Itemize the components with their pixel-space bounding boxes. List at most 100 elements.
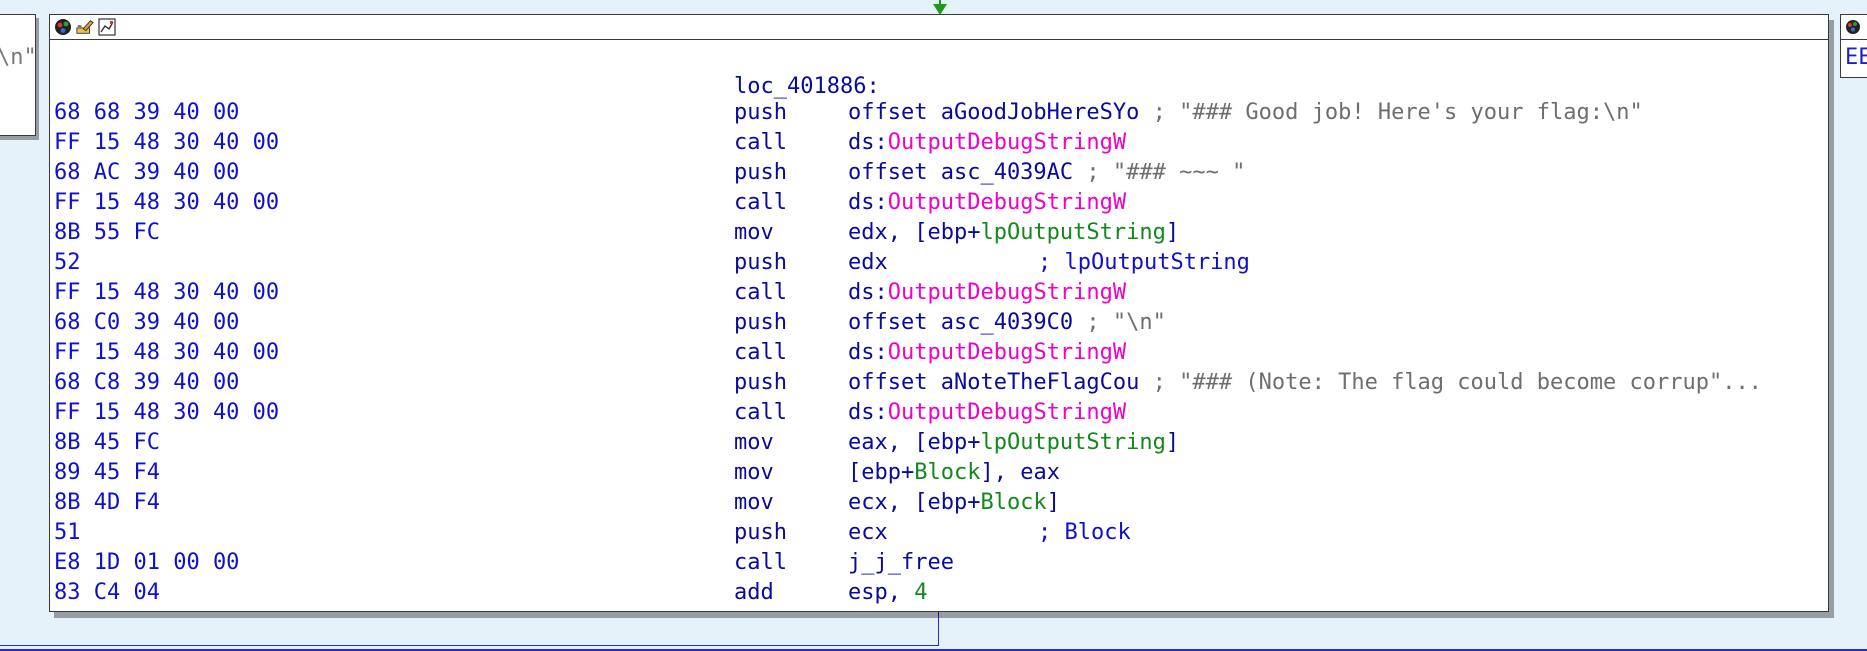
outgoing-edge-horizontal [0,645,939,646]
opcode-bytes: 89 45 F4 [54,460,160,485]
operands: ds:OutputDebugStringW [848,130,1126,155]
asm-row[interactable]: 8B 55 FC mov edx, [ebp+lpOutputString] [50,220,1828,250]
operands: offset asc_4039C0 ; "\n" [848,310,1166,335]
mnemonic: mov [734,430,774,455]
right-node-text: EE [1845,45,1867,70]
asm-row[interactable]: 68 C8 39 40 00 push offset aNoteTheFlagC… [50,370,1828,400]
asm-row[interactable]: FF 15 48 30 40 00 call ds:OutputDebugStr… [50,400,1828,430]
asm-row[interactable]: 89 45 F4 mov [ebp+Block], eax [50,460,1828,490]
opcode-bytes: FF 15 48 30 40 00 [54,130,280,155]
left-graph-node[interactable]: \n" [0,14,37,136]
asm-row[interactable]: FF 15 48 30 40 00 call ds:OutputDebugStr… [50,280,1828,310]
variable-reference[interactable]: lpOutputString [980,220,1165,245]
operands: j_j_free [848,550,954,575]
asm-row[interactable]: 83 C4 04 add esp, 4 [50,580,1828,610]
comment: ; "### (Note: The flag could become corr… [1152,370,1762,395]
comment: ; "### ~~~ " [1086,160,1246,185]
operand-suffix: ], eax [980,460,1060,485]
operand[interactable]: edx [848,250,888,275]
operands: edx, [ebp+lpOutputString] [848,220,1179,245]
operands: edx ; lpOutputString [848,250,1250,275]
mnemonic: push [734,370,787,395]
outgoing-edge [938,612,939,645]
operands: offset aNoteTheFlagCou ; "### (Note: The… [848,370,1762,395]
operand-suffix: ] [1165,220,1180,245]
opcode-bytes: 51 [54,520,81,545]
asm-row[interactable]: FF 15 48 30 40 00 call ds:OutputDebugStr… [50,130,1828,160]
comment: ; "### Good job! Here's your flag:\n" [1152,100,1643,125]
segment-prefix: ds: [848,190,888,215]
operand[interactable]: offset aNoteTheFlagCou [848,370,1139,395]
node-titlebar [50,15,1828,40]
left-node-text: \n" [0,45,37,70]
color-palette-icon[interactable] [1844,18,1862,36]
comment: ; Block [1038,520,1131,545]
operand[interactable]: ecx [848,520,888,545]
mnemonic: call [734,130,787,155]
operands: ds:OutputDebugStringW [848,400,1126,425]
operand[interactable]: offset aGoodJobHereSYo [848,100,1139,125]
mnemonic: add [734,580,774,605]
segment-prefix: ds: [848,280,888,305]
mnemonic: call [734,400,787,425]
asm-row[interactable]: FF 15 48 30 40 00 call ds:OutputDebugStr… [50,340,1828,370]
opcode-bytes: 52 [54,250,81,275]
mnemonic: call [734,550,787,575]
color-palette-icon[interactable] [54,18,72,36]
rename-icon[interactable] [76,18,94,36]
code-graph-node[interactable]: loc_401886: 68 68 39 40 00 push offset a… [49,14,1829,612]
segment-prefix: ds: [848,400,888,425]
comment: ; "\n" [1086,310,1166,335]
mnemonic: mov [734,460,774,485]
operand[interactable]: offset asc_4039AC [848,160,1073,185]
opcode-bytes: FF 15 48 30 40 00 [54,190,280,215]
segment-prefix: ds: [848,130,888,155]
asm-row[interactable]: 68 68 39 40 00 push offset aGoodJobHereS… [50,100,1828,130]
graph-overview-icon[interactable] [98,18,116,36]
asm-row[interactable]: 68 AC 39 40 00 push offset asc_4039AC ; … [50,160,1828,190]
asm-row[interactable]: FF 15 48 30 40 00 call ds:OutputDebugStr… [50,190,1828,220]
mnemonic: mov [734,490,774,515]
mnemonic: call [734,280,787,305]
function-reference[interactable]: OutputDebugStringW [888,280,1126,305]
operand-suffix: ] [1046,490,1060,515]
opcode-bytes: 68 C0 39 40 00 [54,310,240,335]
asm-row[interactable]: 51 push ecx ; Block [50,520,1828,550]
operand-prefix: [ebp+ [848,460,915,485]
opcode-bytes: 8B 55 FC [54,220,160,245]
operands: ds:OutputDebugStringW [848,340,1126,365]
mnemonic: push [734,310,787,335]
opcode-bytes: 8B 45 FC [54,430,160,455]
asm-row[interactable]: 8B 45 FC mov eax, [ebp+lpOutputString] [50,430,1828,460]
segment-prefix: ds: [848,340,888,365]
operand-prefix: edx, [ebp+ [848,220,981,245]
function-reference[interactable]: OutputDebugStringW [888,340,1126,365]
opcode-bytes: 8B 4D F4 [54,490,160,515]
function-reference[interactable]: j_j_free [848,550,954,575]
function-reference[interactable]: OutputDebugStringW [888,130,1126,155]
immediate-value[interactable]: 4 [914,580,927,605]
variable-reference[interactable]: Block [980,490,1046,515]
operands: ds:OutputDebugStringW [848,190,1126,215]
operands: ds:OutputDebugStringW [848,280,1126,305]
operand[interactable]: offset asc_4039C0 [848,310,1073,335]
operands: ecx ; Block [848,520,1131,545]
operands: ecx, [ebp+Block] [848,490,1060,515]
asm-row[interactable]: 8B 4D F4 mov ecx, [ebp+Block] [50,490,1828,520]
opcode-bytes: 68 68 39 40 00 [54,100,240,125]
function-reference[interactable]: OutputDebugStringW [888,400,1126,425]
asm-row[interactable]: 52 push edx ; lpOutputString [50,250,1828,280]
opcode-bytes: FF 15 48 30 40 00 [54,280,280,305]
mnemonic: push [734,520,787,545]
operand-prefix: esp, [848,580,915,605]
operands: esp, 4 [848,580,927,605]
asm-row[interactable]: 68 C0 39 40 00 push offset asc_4039C0 ; … [50,310,1828,340]
mnemonic: call [734,190,787,215]
variable-reference[interactable]: lpOutputString [980,430,1165,455]
opcode-bytes: E8 1D 01 00 00 [54,550,240,575]
asm-row[interactable]: E8 1D 01 00 00 call j_j_free [50,550,1828,580]
code-label: loc_401886: [734,74,880,99]
right-graph-node[interactable]: EE [1840,14,1867,78]
variable-reference[interactable]: Block [914,460,980,485]
function-reference[interactable]: OutputDebugStringW [888,190,1126,215]
